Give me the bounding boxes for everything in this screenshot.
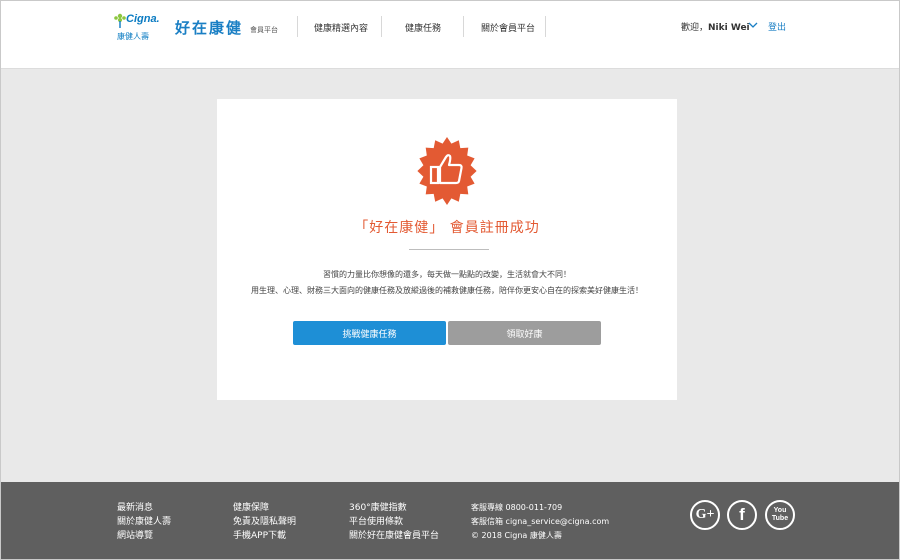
facebook-icon[interactable]: f [727,500,757,530]
logo-wordmark: Cigna. [126,13,160,25]
youtube-label: You Tube [771,507,789,522]
footer-link-protection[interactable]: 健康保障 [233,501,296,515]
nav-divider [381,16,382,37]
welcome-text: 歡迎，Niki Wei [681,20,750,33]
nav-divider [545,16,546,37]
footer-email[interactable]: 客服信箱 cigna_service@cigna.com [471,515,609,529]
footer-link-about[interactable]: 關於康健人壽 [117,515,171,529]
facebook-label: f [739,505,745,524]
title-divider [409,249,489,250]
nav-divider [297,16,298,37]
user-name[interactable]: Niki Wei [708,23,750,33]
footer-link-app[interactable]: 手機APP下載 [233,529,296,543]
nav-divider [463,16,464,37]
footer-link-privacy[interactable]: 免責及隱私聲明 [233,515,296,529]
nav-item-about-platform[interactable]: 關於會員平台 [481,21,535,34]
brand-subtitle: 會員平台 [250,26,278,34]
brand-title[interactable]: 好在康健 [175,17,243,38]
description-line-2: 用生理、心理、財務三大面向的健康任務及放縱過後的補救健康任務，陪伴你更安心自在的… [251,286,643,295]
challenge-tasks-button[interactable]: 挑戰健康任務 [293,321,446,345]
site-footer: 最新消息 關於康健人壽 網站導覽 健康保障 免責及隱私聲明 手機APP下載 36… [0,482,900,560]
footer-hotline: 客服專線 0800-011-709 [471,503,563,512]
welcome-prefix: 歡迎， [681,23,709,33]
thumbs-up-badge-icon [417,137,477,205]
footer-link-about-platform[interactable]: 關於好在康健會員平台 [349,529,439,543]
description-line-1: 習慣的力量比你想像的還多，每天做一點點的改變，生活就會大不同！ [323,270,571,279]
success-title: 「好在康健」 會員註冊成功 [354,220,540,236]
footer-link-sitemap[interactable]: 網站導覽 [117,529,171,543]
logo-subtitle: 康健人壽 [117,32,149,41]
footer-contact: 客服專線 0800-011-709 客服信箱 cigna_service@cig… [471,501,609,543]
cigna-logo[interactable]: Cigna. 康健人壽 [113,12,163,46]
footer-col-3: 360°康健指數 平台使用條款 關於好在康健會員平台 [349,501,439,543]
cigna-tree-icon [114,13,126,28]
footer-link-terms[interactable]: 平台使用條款 [349,515,439,529]
footer-link-news[interactable]: 最新消息 [117,501,171,515]
logout-link[interactable]: 登出 [768,20,786,33]
footer-link-index[interactable]: 360°康健指數 [349,501,439,515]
google-plus-icon[interactable]: G+ [690,500,720,530]
footer-col-1: 最新消息 關於康健人壽 網站導覽 [117,501,171,543]
claim-rewards-button[interactable]: 領取好康 [448,321,601,345]
youtube-icon[interactable]: You Tube [765,500,795,530]
footer-copyright: © 2018 Cigna 康健人壽 [471,531,562,540]
chevron-down-icon[interactable] [748,20,758,30]
nav-item-health-tasks[interactable]: 健康任務 [405,21,441,34]
top-header: Cigna. 康健人壽 好在康健 會員平台 健康精選內容 健康任務 關於會員平台… [0,0,900,69]
google-plus-label: G+ [695,507,715,522]
footer-col-2: 健康保障 免責及隱私聲明 手機APP下載 [233,501,296,543]
nav-item-health-content[interactable]: 健康精選內容 [314,21,368,34]
registration-success-card: 「好在康健」 會員註冊成功 習慣的力量比你想像的還多，每天做一點點的改變，生活就… [217,99,677,400]
